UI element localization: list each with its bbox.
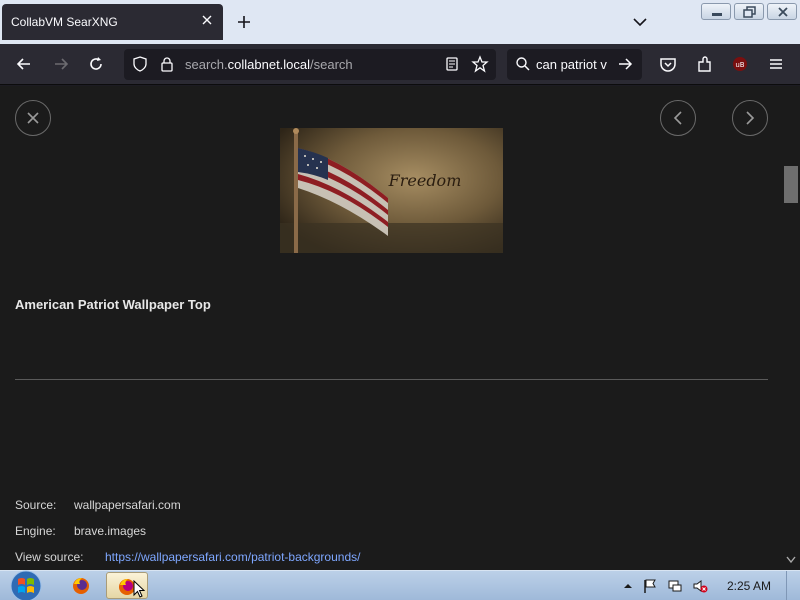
firefox-taskbar-icon[interactable]	[64, 572, 98, 599]
source-label: Source:	[15, 498, 57, 512]
window-restore-button[interactable]	[734, 3, 764, 20]
url-bar[interactable]: search.collabnet.local/search	[124, 49, 496, 80]
pocket-icon[interactable]	[658, 54, 678, 74]
next-result-button[interactable]	[732, 100, 768, 136]
divider	[15, 379, 768, 380]
previous-result-button[interactable]	[660, 100, 696, 136]
view-source-row: View source: https://wallpapersafari.com/…	[15, 550, 360, 564]
search-input[interactable]: can patriot v	[536, 57, 612, 72]
firefox-active-taskbar-button[interactable]	[106, 572, 148, 599]
close-icon	[27, 112, 39, 124]
hamburger-menu-icon[interactable]	[766, 54, 786, 74]
tab-active[interactable]: CollabVM SearXNG	[2, 4, 223, 40]
taskbar-clock[interactable]: 2:25 AM	[727, 579, 771, 593]
scrollbar-thumb[interactable]	[784, 166, 798, 203]
close-tab-icon[interactable]	[199, 12, 215, 28]
tab-bar: CollabVM SearXNG	[0, 0, 800, 44]
search-go-arrow-icon[interactable]	[617, 56, 633, 72]
view-source-label: View source:	[15, 550, 84, 564]
network-icon[interactable]	[667, 578, 683, 594]
ublock-origin-icon[interactable]: uB	[730, 54, 750, 74]
taskbar: 2:25 AM	[0, 570, 800, 600]
scrollbar[interactable]	[782, 86, 800, 570]
scroll-down-arrow-icon[interactable]	[786, 556, 796, 564]
reader-view-icon[interactable]	[444, 56, 460, 72]
engine-label: Engine:	[15, 524, 56, 538]
source-row: Source: wallpapersafari.com	[15, 498, 181, 512]
volume-muted-icon[interactable]	[692, 578, 708, 594]
result-title: American Patriot Wallpaper Top	[15, 297, 211, 312]
action-center-flag-icon[interactable]	[642, 578, 658, 594]
chevron-right-icon	[746, 111, 755, 125]
search-bar[interactable]: can patriot v	[507, 49, 642, 80]
page-content: Freedom American Patriot Wallpaper Top S…	[0, 86, 800, 570]
window-close-button[interactable]	[767, 3, 797, 20]
url-text[interactable]: search.collabnet.local/search	[185, 57, 353, 72]
engine-value: brave.images	[74, 524, 147, 538]
image-caption: Freedom	[388, 171, 462, 190]
source-value: wallpapersafari.com	[74, 498, 181, 512]
bookmark-star-icon[interactable]	[471, 55, 489, 73]
search-icon	[516, 57, 530, 71]
url-subdomain: search.	[185, 57, 228, 72]
view-source-link[interactable]: https://wallpapersafari.com/patriot-back…	[105, 550, 360, 564]
chevron-down-icon[interactable]	[630, 12, 650, 32]
mouse-cursor-icon	[133, 580, 145, 598]
navigation-bar: search.collabnet.local/search can patrio…	[0, 44, 800, 85]
reload-icon[interactable]	[86, 54, 106, 74]
windows-start-button[interactable]	[6, 569, 46, 600]
preview-image[interactable]: Freedom	[280, 128, 503, 253]
back-arrow-icon[interactable]	[14, 54, 34, 74]
window-minimize-button[interactable]	[701, 3, 731, 20]
show-desktop-button[interactable]	[786, 571, 800, 600]
svg-text:uB: uB	[735, 61, 744, 69]
new-tab-icon[interactable]	[234, 12, 254, 32]
close-preview-button[interactable]	[15, 100, 51, 136]
engine-row: Engine: brave.images	[15, 524, 146, 538]
forward-arrow-icon[interactable]	[51, 54, 71, 74]
url-domain: collabnet.local	[227, 57, 311, 72]
shield-icon[interactable]	[132, 56, 148, 72]
lock-icon[interactable]	[159, 56, 175, 72]
url-path: /search	[310, 57, 353, 72]
show-hidden-icons-icon[interactable]	[620, 578, 636, 594]
chevron-left-icon	[673, 111, 682, 125]
extensions-icon[interactable]	[695, 54, 715, 74]
tab-title: CollabVM SearXNG	[11, 15, 118, 29]
